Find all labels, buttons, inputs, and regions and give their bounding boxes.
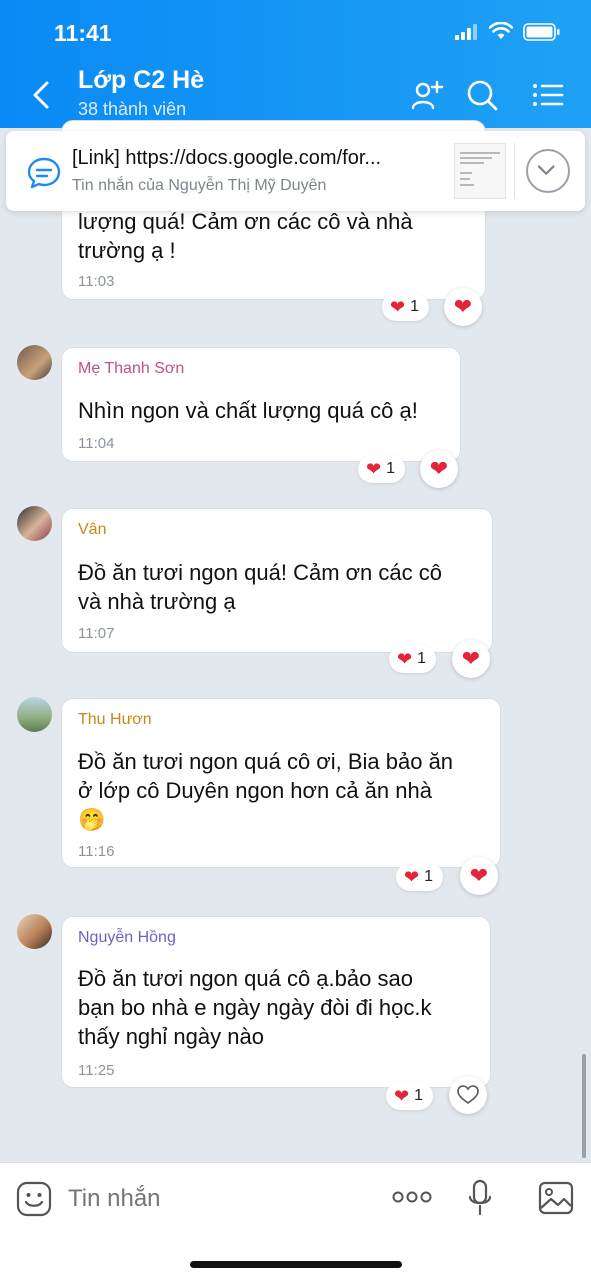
chat-header: 11:41 Lớp C2 Hè 38 thành viên xyxy=(0,0,591,128)
menu-icon[interactable] xyxy=(531,78,565,112)
pinned-author: Tin nhắn của Nguyễn Thị Mỹ Duyên xyxy=(72,177,327,194)
message-bubble[interactable]: Thu Hươn Đồ ăn tươi ngon quá cô ơi, Bia … xyxy=(61,698,501,868)
message-bubble[interactable]: Mẹ Thanh Sơn Nhìn ngon và chất lượng quá… xyxy=(61,347,461,462)
heart-icon: ❤ xyxy=(394,1085,410,1106)
react-button[interactable] xyxy=(449,1076,487,1114)
wifi-icon xyxy=(489,22,513,39)
heart-icon: ❤ xyxy=(397,648,413,669)
reaction-summary[interactable]: ❤ 1 xyxy=(389,645,436,673)
member-count: 38 thành viên xyxy=(78,99,187,119)
message-text: Đồ ăn tươi ngon quá cô ạ.bảo sao bạn bo n… xyxy=(78,966,432,1049)
message-text: lượng quá! Cảm ơn các cô và nhà trường ạ … xyxy=(78,209,413,263)
more-dots-icon[interactable] xyxy=(392,1191,432,1203)
heart-icon: ❤ xyxy=(366,458,382,479)
status-bar: 11:41 xyxy=(0,0,591,64)
message-time: 11:07 xyxy=(78,625,115,642)
reaction-summary[interactable]: ❤ 1 xyxy=(396,863,443,891)
heart-outline-icon xyxy=(457,1085,479,1104)
chevron-down-icon[interactable] xyxy=(526,149,570,193)
reaction-summary[interactable]: ❤ 1 xyxy=(358,455,405,483)
back-arrow-icon[interactable] xyxy=(30,80,54,110)
pinned-link[interactable]: [Link] https://docs.google.com/for... xyxy=(72,147,432,170)
message-time: 11:04 xyxy=(78,435,115,452)
avatar[interactable] xyxy=(17,914,52,949)
react-button[interactable]: ❤ xyxy=(420,450,458,488)
heart-icon: ❤ xyxy=(404,866,420,887)
image-icon[interactable] xyxy=(538,1181,574,1215)
chat-bubble-icon xyxy=(27,157,61,189)
sticker-icon[interactable] xyxy=(16,1181,52,1217)
avatar[interactable] xyxy=(17,506,52,541)
divider xyxy=(514,143,515,199)
message-text: Nhìn ngon và chất lượng quá cô ạ! xyxy=(78,398,418,423)
scrollbar[interactable] xyxy=(582,1054,586,1158)
chat-title[interactable]: Lớp C2 Hè xyxy=(78,66,204,95)
composer-bar xyxy=(0,1162,591,1280)
heart-icon: ❤ xyxy=(390,296,406,317)
status-time: 11:41 xyxy=(54,20,112,46)
signal-icon xyxy=(455,24,477,40)
avatar[interactable] xyxy=(17,345,52,380)
sender-name[interactable]: Nguyễn Hồng xyxy=(78,929,176,947)
sender-name[interactable]: Thu Hươn xyxy=(78,711,152,729)
react-button[interactable]: ❤ xyxy=(460,857,498,895)
heart-icon: ❤ xyxy=(469,863,489,888)
react-button[interactable]: ❤ xyxy=(444,288,482,326)
message-time: 11:03 xyxy=(78,273,115,290)
home-indicator xyxy=(190,1261,402,1268)
battery-icon xyxy=(523,23,560,41)
message-input[interactable] xyxy=(68,1183,368,1215)
search-icon[interactable] xyxy=(465,78,499,112)
pinned-message-banner[interactable]: [Link] https://docs.google.com/for... Ti… xyxy=(6,131,585,211)
message-time: 11:25 xyxy=(78,1062,115,1079)
heart-icon: ❤ xyxy=(429,456,449,481)
reaction-summary[interactable]: ❤ 1 xyxy=(386,1082,433,1110)
sender-name[interactable]: Mẹ Thanh Sơn xyxy=(78,360,184,378)
react-button[interactable]: ❤ xyxy=(452,640,490,678)
heart-icon: ❤ xyxy=(453,294,473,319)
link-thumbnail[interactable] xyxy=(454,143,506,199)
reaction-summary[interactable]: ❤ 1 xyxy=(382,293,429,321)
heart-icon: ❤ xyxy=(461,646,481,671)
avatar[interactable] xyxy=(17,697,52,732)
message-text: Đồ ăn tươi ngon quá cô ơi, Bia bảo ăn ở l… xyxy=(78,749,454,832)
message-bubble[interactable]: Nguyễn Hồng Đồ ăn tươi ngon quá cô ạ.bảo… xyxy=(61,916,491,1088)
microphone-icon[interactable] xyxy=(468,1179,492,1217)
sender-name[interactable]: Vân xyxy=(78,521,106,539)
message-time: 11:16 xyxy=(78,843,115,860)
message-bubble[interactable]: Vân Đồ ăn tươi ngon quá! Cảm ơn các cô và… xyxy=(61,508,493,653)
message-text: Đồ ăn tươi ngon quá! Cảm ơn các cô và nhà… xyxy=(78,560,442,614)
add-member-icon[interactable] xyxy=(410,78,444,112)
